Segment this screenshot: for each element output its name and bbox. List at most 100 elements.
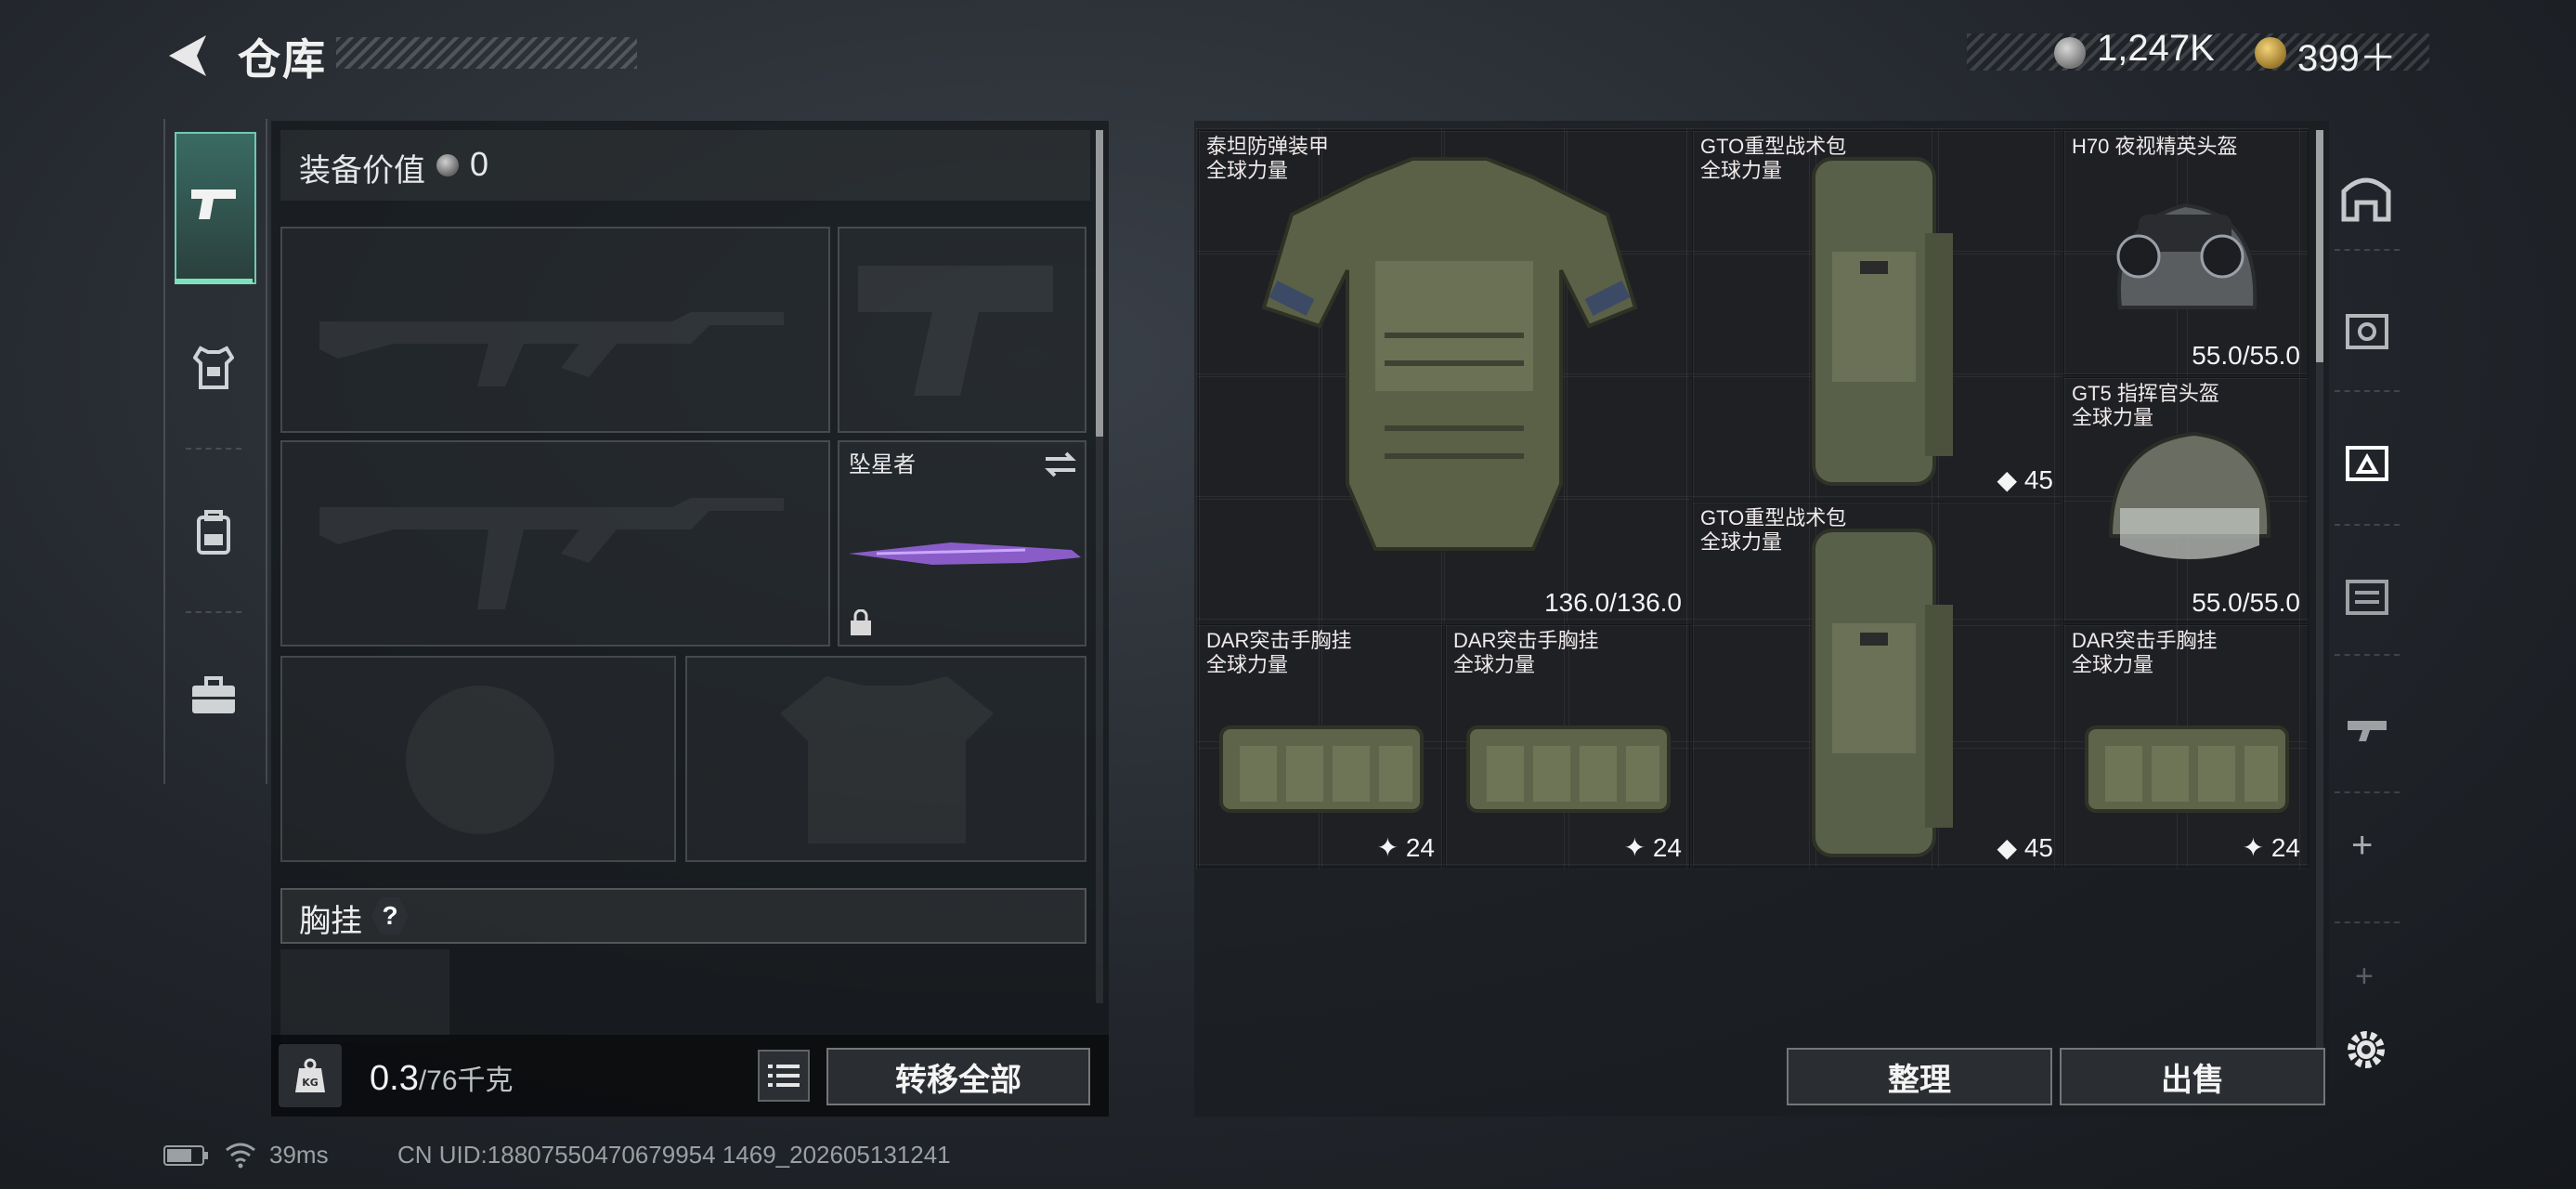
tab-divider	[2335, 654, 2400, 656]
stash-tab-main[interactable]	[2329, 160, 2403, 234]
weight-readout: 0.3/76千克	[370, 1057, 514, 1099]
item-name: DAR突击手胸挂	[1453, 629, 1599, 652]
slots-icon: ✦	[1376, 833, 1406, 862]
stash-item[interactable]: GTO重型战术包 全球力量 ◆ 45	[1692, 502, 2062, 868]
capacity: 24	[2270, 833, 2300, 862]
item-sub: 全球力量	[2072, 653, 2154, 676]
knife-icon	[849, 542, 1081, 565]
pistol-silhouette-icon	[858, 266, 1053, 396]
stash-item[interactable]: DAR突击手胸挂 全球力量 ✦ 24	[1198, 624, 1443, 868]
chest-rig-icon	[1466, 725, 1671, 813]
back-arrow-icon[interactable]	[160, 28, 215, 84]
title-stripe	[336, 37, 637, 69]
wifi-icon	[226, 1143, 255, 1169]
sell-button[interactable]: 出售	[2060, 1048, 2325, 1105]
transfer-all-button[interactable]: 转移全部	[826, 1048, 1090, 1105]
item-name: DAR突击手胸挂	[1206, 629, 1352, 652]
tab-divider	[2335, 249, 2400, 251]
lock-icon	[851, 609, 871, 635]
stash-item[interactable]: GT5 指挥官头盔 全球力量 55.0/55.0	[2063, 377, 2309, 622]
list-view-button[interactable]	[758, 1050, 810, 1102]
stash-tab-4[interactable]	[2329, 290, 2403, 364]
helmet-nvg-icon	[2116, 203, 2257, 309]
item-sub: 全球力量	[1700, 530, 1783, 554]
stash-tab-weapon-case[interactable]	[2329, 687, 2403, 762]
armor-icon	[193, 346, 234, 389]
gold-amount[interactable]: 399＋	[2297, 28, 2397, 82]
tab-divider	[2335, 524, 2400, 526]
item-sub: 全球力量	[1206, 653, 1289, 676]
durability: 55.0/55.0	[2192, 341, 2300, 370]
add-tab-button[interactable]: +	[2351, 825, 2373, 867]
list-icon	[768, 1065, 800, 1087]
gear-icon[interactable]	[2340, 1024, 2392, 1076]
stash-item[interactable]: H70 夜视精英头盔 55.0/55.0	[2063, 130, 2309, 375]
chest-rig-label: 胸挂	[299, 904, 362, 939]
silver-coin-icon	[2054, 37, 2086, 69]
container-tier3b-icon	[2346, 580, 2388, 615]
tab-divider	[2335, 791, 2400, 793]
nav-divider	[186, 611, 241, 613]
ping-readout: 39ms	[269, 1141, 329, 1169]
weight-max: /76千克	[418, 1065, 514, 1096]
weight-capacity-icon: ◆	[1997, 465, 2024, 494]
add-tab-button-disabled: +	[2355, 959, 2374, 994]
nav-tab-backpack[interactable]	[186, 505, 241, 561]
melee-slot-name: 坠星者	[849, 452, 916, 477]
swap-icon[interactable]	[1042, 450, 1079, 479]
gold-coin-icon	[2255, 37, 2286, 69]
melee-slot[interactable]: 坠星者	[838, 440, 1086, 647]
armor-vest-icon	[1261, 157, 1638, 551]
item-name: H70 夜视精英头盔	[2072, 135, 2238, 158]
stash-item[interactable]: GTO重型战术包 全球力量 ◆ 45	[1692, 130, 2062, 500]
nav-active-indicator	[175, 279, 253, 284]
chest-rig-icon	[1219, 725, 1424, 813]
durability: 136.0/136.0	[1544, 588, 1682, 617]
capacity: 24	[1652, 833, 1682, 862]
armor-silhouette-icon	[780, 676, 994, 843]
uid-readout: CN UID:18807550470679954 1469_2026051312…	[397, 1141, 951, 1169]
stash-item[interactable]: DAR突击手胸挂 全球力量 ✦ 24	[1445, 624, 1690, 868]
secondary-weapon-slot[interactable]	[280, 440, 830, 647]
sort-button[interactable]: 整理	[1787, 1048, 2052, 1105]
weight-current: 0.3	[370, 1059, 419, 1098]
stash-tab-3-active[interactable]	[2329, 422, 2403, 496]
stash-item[interactable]: 泰坦防弹装甲 全球力量 136.0/136.0	[1198, 130, 1690, 622]
nav-tab-case[interactable]	[186, 667, 241, 723]
weapon-case-icon	[2348, 721, 2387, 741]
backpack-icon	[1812, 157, 1953, 486]
capacity: 45	[2023, 833, 2053, 862]
equipment-value: 0	[470, 145, 489, 183]
container-tier4-icon	[2346, 314, 2388, 349]
helmet-slot[interactable]	[280, 656, 676, 862]
slots-icon: ✦	[2242, 833, 2271, 862]
briefcase-icon	[192, 676, 235, 713]
equipment-scrollbar-thumb[interactable]	[1096, 130, 1103, 437]
helmet-icon	[2108, 431, 2271, 559]
stash-item[interactable]: DAR突击手胸挂 全球力量 ✦ 24	[2063, 624, 2309, 868]
slots-icon: ✦	[1623, 833, 1653, 862]
item-sub: 全球力量	[1453, 653, 1536, 676]
nav-tab-armor[interactable]	[186, 340, 241, 396]
rifle-silhouette-icon	[319, 312, 784, 386]
armor-slot[interactable]	[685, 656, 1086, 862]
warehouse-icon	[2341, 177, 2391, 222]
pistol-slot[interactable]	[838, 227, 1086, 433]
container-tier3-icon	[2346, 446, 2388, 481]
capacity: 45	[2023, 465, 2053, 494]
battery-icon	[163, 1145, 208, 1166]
page-title: 仓库	[238, 35, 327, 84]
pistol-icon	[191, 189, 236, 219]
chest-rig-slot[interactable]	[280, 949, 449, 1042]
item-name: DAR突击手胸挂	[2072, 629, 2218, 652]
durability: 55.0/55.0	[2192, 588, 2300, 617]
silver-coin-icon	[436, 154, 459, 176]
weight-capacity-icon: ◆	[1997, 833, 2024, 862]
backpack-icon	[197, 510, 230, 555]
tab-divider	[2335, 390, 2400, 392]
stash-scrollbar-thumb[interactable]	[2316, 130, 2323, 362]
primary-weapon-slot[interactable]	[280, 227, 830, 433]
stash-tab-3b[interactable]	[2329, 555, 2403, 630]
tab-divider	[2335, 921, 2400, 923]
rifle-silhouette-icon	[319, 498, 784, 609]
